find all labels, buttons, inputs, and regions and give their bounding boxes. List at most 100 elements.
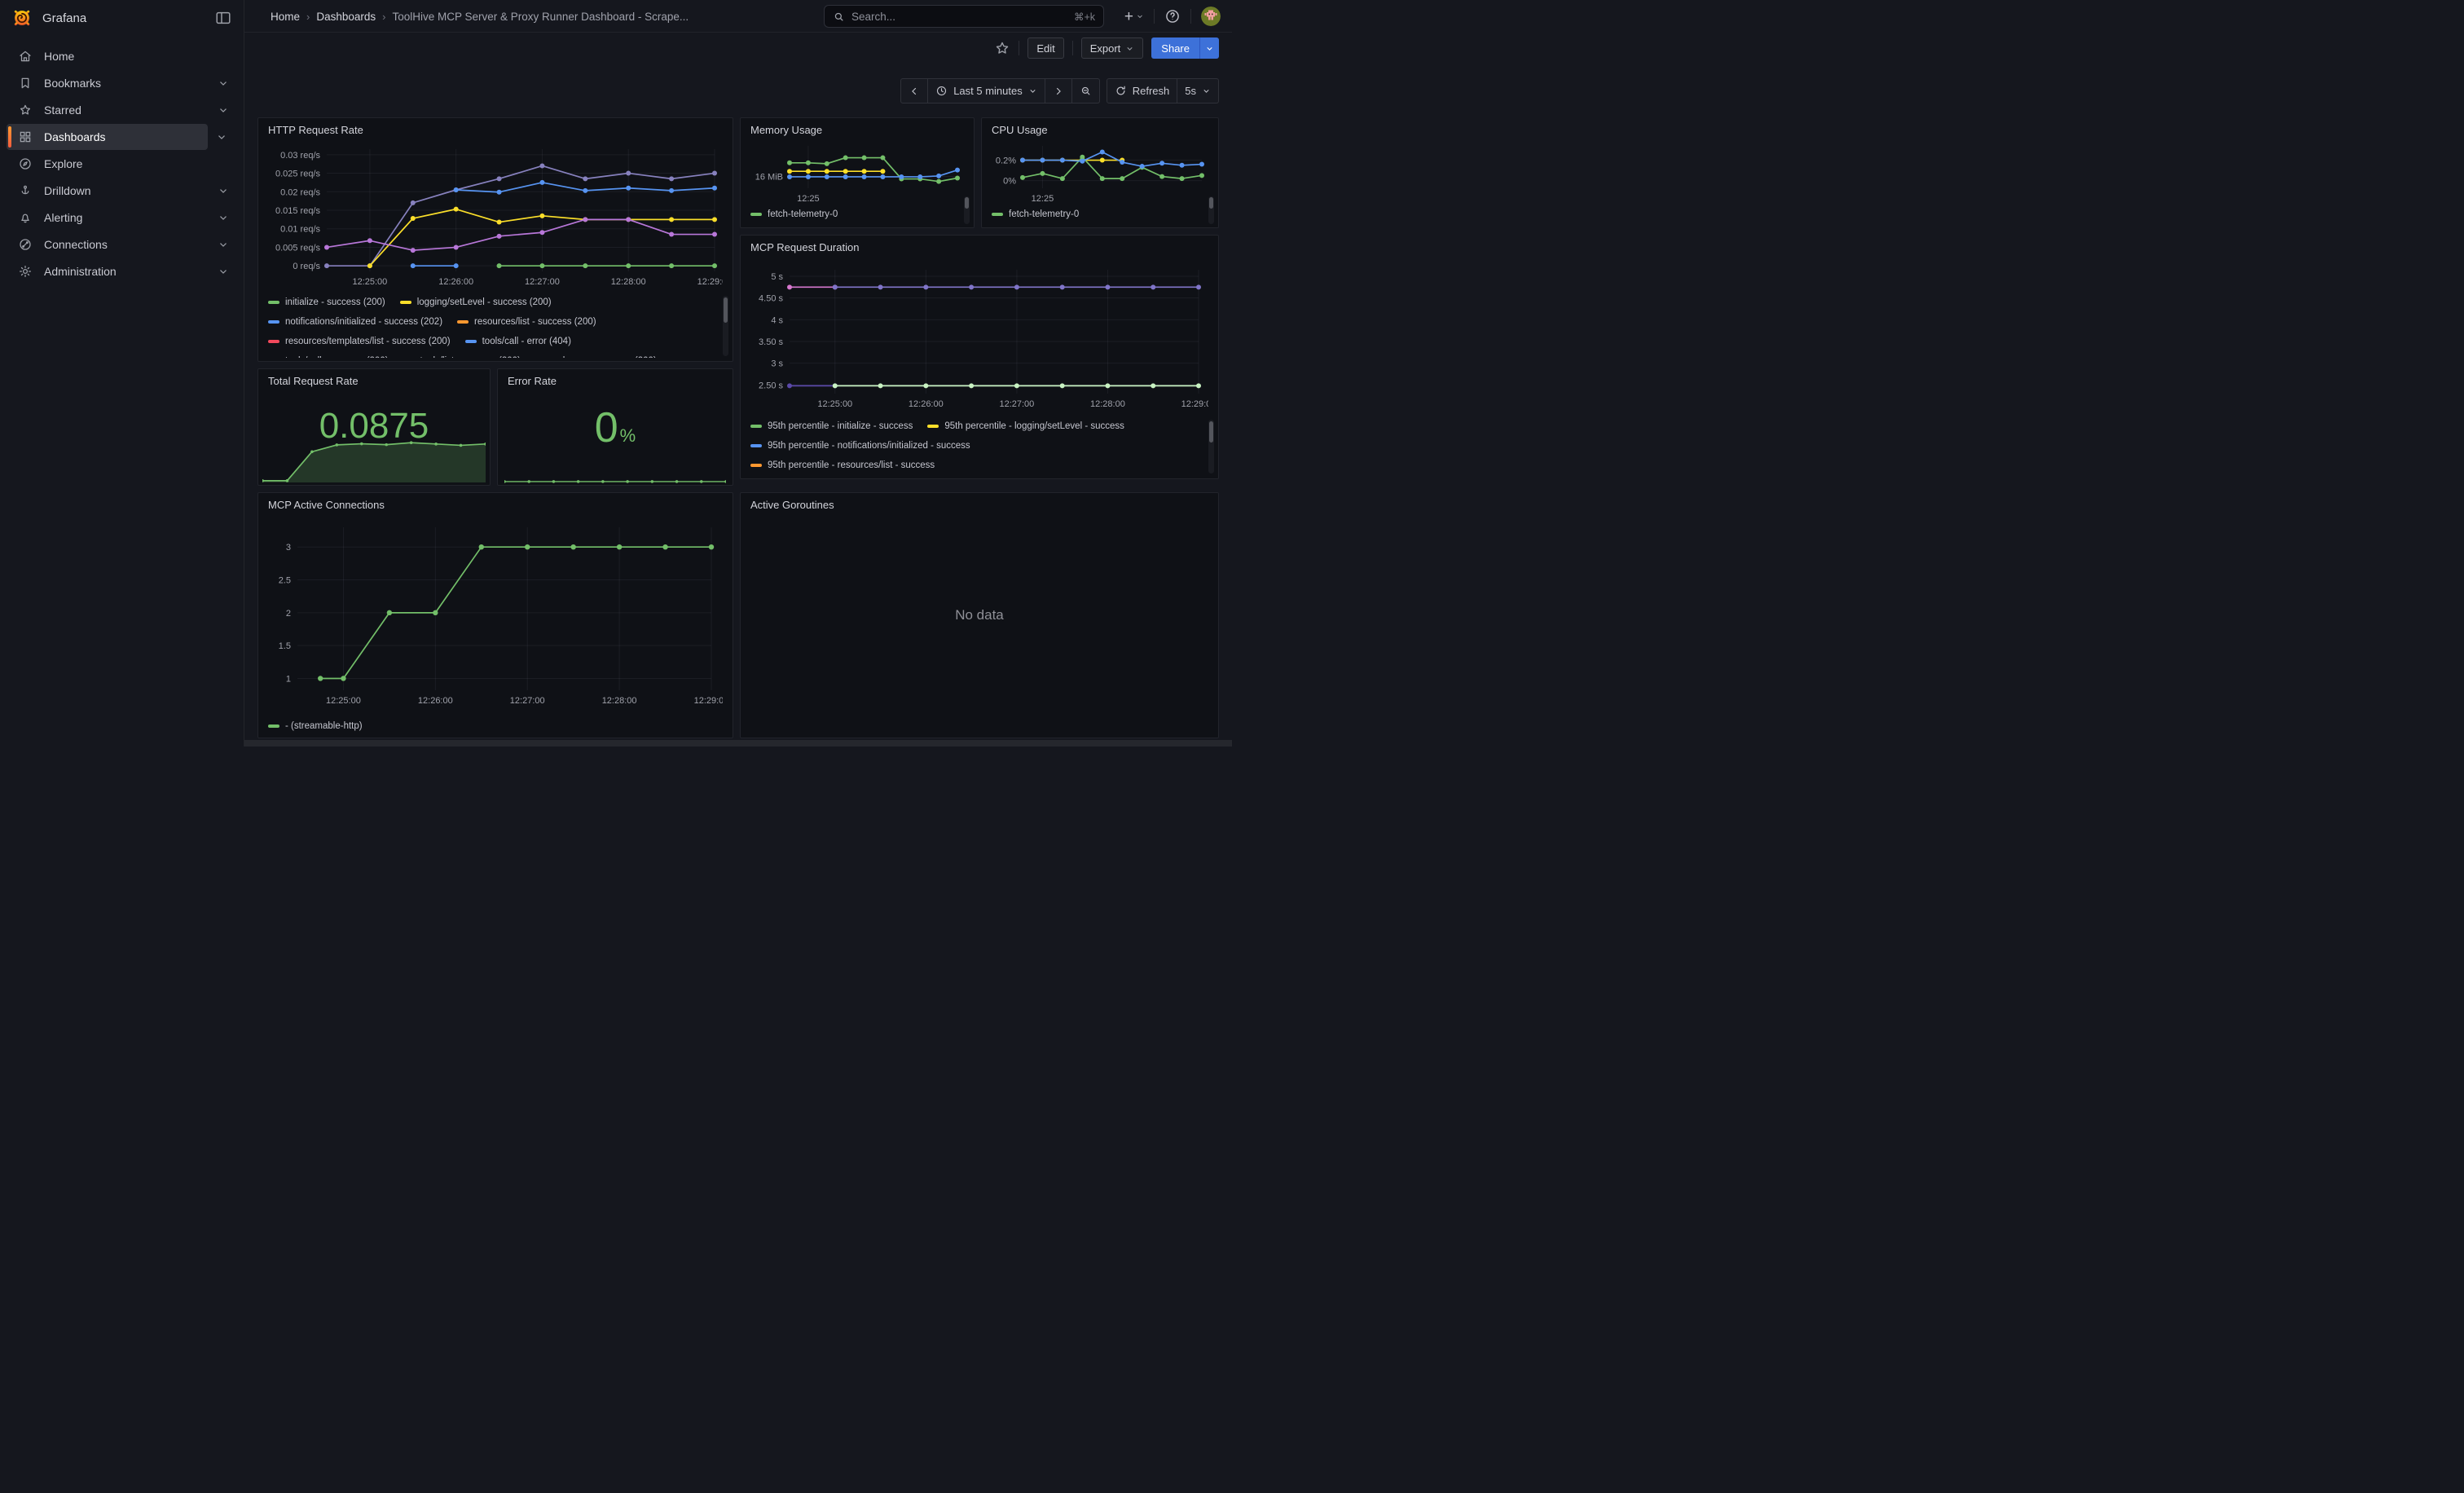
scrollbar-thumb[interactable] xyxy=(724,297,728,323)
star-icon xyxy=(18,103,33,117)
legend-item[interactable]: - (streamable-http) xyxy=(268,721,363,731)
compass-icon xyxy=(18,156,33,171)
bottom-scrollbar-strip[interactable] xyxy=(244,740,1232,746)
edit-button[interactable]: Edit xyxy=(1027,37,1063,59)
sidebar-item-explore[interactable]: Explore xyxy=(7,151,237,177)
sidebar-item-label: Drilldown xyxy=(44,184,218,197)
http-request-rate-chart[interactable]: 12:25:0012:26:0012:27:0012:28:0012:29:00… xyxy=(265,143,723,289)
scrollbar-thumb[interactable] xyxy=(965,197,969,209)
time-range-picker[interactable]: Last 5 minutes xyxy=(928,78,1045,103)
panel-title: Active Goroutines xyxy=(750,499,834,511)
legend-item[interactable]: resources/templates/list - success (200) xyxy=(268,337,451,346)
panel-mcp-active-connections[interactable]: MCP Active Connections 12:25:0012:26:001… xyxy=(257,492,733,738)
legend-scrollbar[interactable] xyxy=(723,296,728,356)
chevron-down-icon xyxy=(1028,86,1037,95)
help-button[interactable] xyxy=(1164,8,1181,24)
share-menu-button[interactable] xyxy=(1199,37,1219,59)
legend-row: 95th percentile - resources/list - succe… xyxy=(750,456,1199,475)
chevron-down-icon[interactable] xyxy=(218,77,229,89)
legend-item[interactable]: fetch-telemetry-0 xyxy=(750,209,838,219)
zoom-out-button[interactable] xyxy=(1072,78,1100,103)
chevron-down-icon[interactable] xyxy=(218,266,229,277)
share-button-group: Share xyxy=(1151,37,1219,59)
panel-error-rate[interactable]: Error Rate 0% xyxy=(497,368,733,486)
panel-total-request-rate[interactable]: Total Request Rate 0.0875 xyxy=(257,368,491,486)
legend-item[interactable]: 95th percentile - resources/list - succe… xyxy=(750,460,935,470)
dock-sidebar-icon[interactable] xyxy=(214,9,232,27)
legend-label: fetch-telemetry-0 xyxy=(1009,209,1079,219)
search-box[interactable]: ⌘+k xyxy=(824,5,1104,28)
chevron-down-icon[interactable] xyxy=(216,131,227,143)
edit-button-label: Edit xyxy=(1036,42,1054,55)
refresh-group: Refresh 5s xyxy=(1107,78,1219,103)
legend-item[interactable]: tools/call - success (200) xyxy=(268,356,389,358)
sidebar-item-dashboards[interactable]: Dashboards xyxy=(7,124,208,150)
sidebar-item-bookmarks[interactable]: Bookmarks xyxy=(7,70,237,96)
chevron-left-icon xyxy=(909,86,920,97)
scrollbar-thumb[interactable] xyxy=(1209,197,1213,209)
time-shift-forward-button[interactable] xyxy=(1045,78,1072,103)
legend-item[interactable]: initialize - success (200) xyxy=(268,297,385,307)
panel-active-goroutines[interactable]: Active Goroutines No data xyxy=(740,492,1219,738)
svg-text:12:26:00: 12:26:00 xyxy=(909,399,944,409)
favorite-star-icon[interactable] xyxy=(994,40,1010,56)
svg-text:12:27:00: 12:27:00 xyxy=(999,399,1034,409)
panel-mcp-request-duration[interactable]: MCP Request Duration 12:25:0012:26:0012:… xyxy=(740,235,1219,479)
http-legend: initialize - success (200) logging/setLev… xyxy=(268,293,715,358)
sidebar-item-starred[interactable]: Starred xyxy=(7,97,237,123)
time-controls: Last 5 minutes Refresh 5s xyxy=(900,78,1219,103)
no-data-message: No data xyxy=(741,607,1218,623)
sidebar-item-alerting[interactable]: Alerting xyxy=(7,205,237,231)
sidebar-item-administration[interactable]: Administration xyxy=(7,258,237,284)
scrollbar-thumb[interactable] xyxy=(1209,421,1213,443)
legend-scrollbar[interactable] xyxy=(1208,196,1214,224)
sidebar-item-home[interactable]: Home xyxy=(7,43,237,69)
chevron-down-icon[interactable] xyxy=(218,185,229,196)
legend-row: fetch-telemetry-0 xyxy=(992,205,1199,222)
sidebar-item-drilldown[interactable]: Drilldown xyxy=(7,178,237,204)
legend-scrollbar[interactable] xyxy=(964,196,970,224)
legend-item[interactable]: tools/call - error (404) xyxy=(465,337,571,346)
legend-label: 95th percentile - initialize - success xyxy=(768,421,913,431)
breadcrumb-dashboards[interactable]: Dashboards xyxy=(316,11,376,23)
search-input[interactable] xyxy=(851,11,1067,23)
legend-scrollbar[interactable] xyxy=(1208,420,1214,473)
panel-http-request-rate[interactable]: HTTP Request Rate 12:25:0012:26:0012:27:… xyxy=(257,117,733,362)
legend-item[interactable]: logging/setLevel - success (200) xyxy=(400,297,552,307)
refresh-button[interactable]: Refresh xyxy=(1107,78,1178,103)
sidebar-item-connections[interactable]: Connections xyxy=(7,231,237,258)
divider xyxy=(1190,9,1191,24)
memory-usage-chart[interactable]: 12:2516 MiB xyxy=(747,139,964,201)
chevron-down-icon[interactable] xyxy=(218,239,229,250)
mcp-active-connections-chart[interactable]: 12:25:0012:26:0012:27:0012:28:0012:29:00… xyxy=(266,519,723,711)
breadcrumb-home[interactable]: Home xyxy=(271,11,300,23)
chevron-down-icon xyxy=(1136,12,1144,20)
share-button[interactable]: Share xyxy=(1151,37,1199,59)
clock-icon xyxy=(935,85,948,97)
chevron-down-icon[interactable] xyxy=(218,212,229,223)
refresh-interval-picker[interactable]: 5s xyxy=(1177,78,1219,103)
legend-item[interactable]: unknown - success (200) xyxy=(535,356,657,358)
cpu-usage-chart[interactable]: 12:250.2%0% xyxy=(988,139,1208,201)
avatar[interactable] xyxy=(1201,7,1221,26)
legend-item[interactable]: 95th percentile - notifications/initiali… xyxy=(750,441,970,451)
legend-item[interactable]: notifications/initialized - success (202… xyxy=(268,317,442,327)
legend-label: fetch-telemetry-0 xyxy=(768,209,838,219)
legend-item[interactable]: fetch-telemetry-0 xyxy=(992,209,1079,219)
legend-item[interactable]: resources/list - success (200) xyxy=(457,317,596,327)
panel-cpu-usage[interactable]: CPU Usage 12:250.2%0% fetch-telemetry-0 xyxy=(981,117,1219,228)
legend-item[interactable]: 95th percentile - initialize - success xyxy=(750,421,913,431)
add-button[interactable]: + xyxy=(1124,9,1144,24)
svg-text:12:28:00: 12:28:00 xyxy=(602,696,637,706)
legend-swatch xyxy=(750,213,762,216)
legend-item[interactable]: 95th percentile - logging/setLevel - suc… xyxy=(927,421,1124,431)
panel-memory-usage[interactable]: Memory Usage 12:2516 MiB fetch-telemetry… xyxy=(740,117,975,228)
legend-item[interactable]: tools/list - success (200) xyxy=(403,356,521,358)
export-button[interactable]: Export xyxy=(1081,37,1144,59)
chevron-down-icon[interactable] xyxy=(218,104,229,116)
svg-text:0.03 req/s: 0.03 req/s xyxy=(280,151,320,161)
time-shift-back-button[interactable] xyxy=(900,78,928,103)
sidebar-item-label: Explore xyxy=(44,157,237,170)
grafana-logo[interactable] xyxy=(11,7,33,29)
mcp-request-duration-chart[interactable]: 12:25:0012:26:0012:27:0012:28:0012:29:00… xyxy=(749,263,1208,413)
